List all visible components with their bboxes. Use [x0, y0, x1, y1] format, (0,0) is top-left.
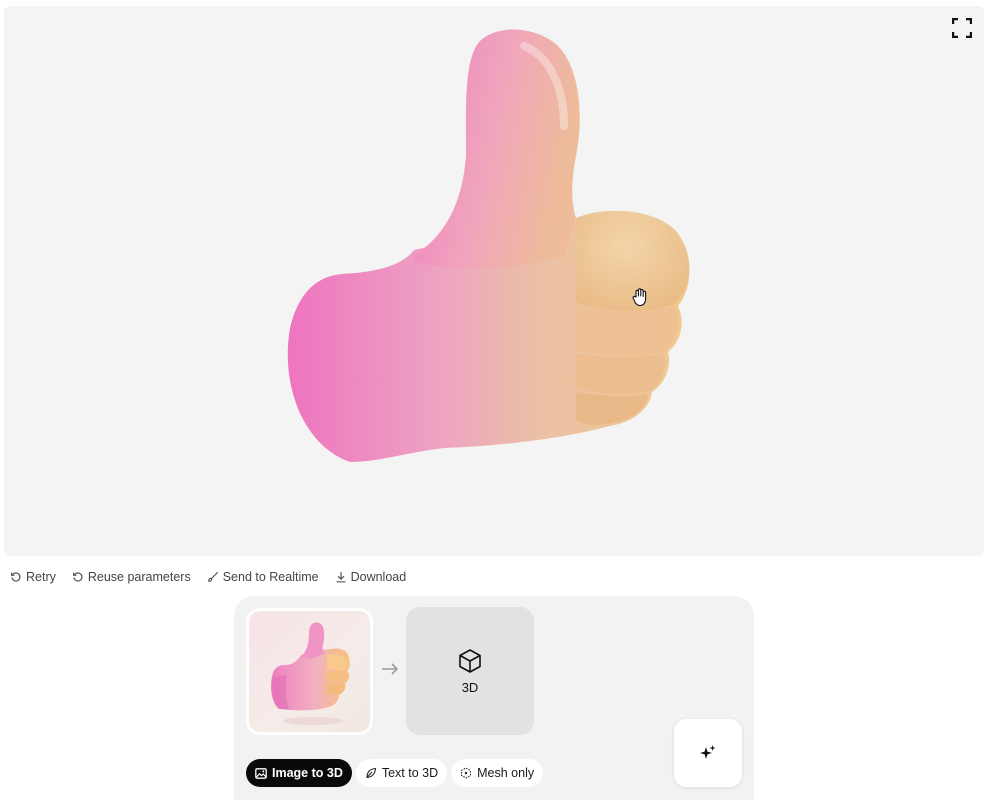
mode-image-to-3d[interactable]: Image to 3D [246, 759, 352, 787]
result-actions: Retry Reuse parameters Send to Realtime … [10, 568, 406, 586]
leaf-icon [366, 767, 376, 779]
generation-composer: 3D Image to 3D Text to 3D Mesh only [234, 596, 754, 800]
brush-icon [207, 571, 218, 582]
cube-icon [459, 648, 481, 673]
reuse-parameters-button[interactable]: Reuse parameters [72, 570, 191, 584]
image-icon [255, 767, 267, 779]
output-label: 3D [461, 679, 479, 695]
send-to-realtime-label: Send to Realtime [222, 570, 319, 584]
fullscreen-icon[interactable] [950, 16, 974, 40]
retry-button[interactable]: Retry [10, 570, 56, 584]
model-viewport[interactable] [4, 6, 984, 556]
mode-text-to-3d-label: Text to 3D [381, 766, 439, 780]
download-button[interactable]: Download [335, 570, 407, 584]
grab-hand-icon [632, 288, 647, 307]
mesh-icon [461, 767, 472, 779]
mode-mesh-only-label: Mesh only [477, 766, 535, 780]
reuse-parameters-label: Reuse parameters [87, 570, 191, 584]
thumbs-up-hand-image [271, 622, 350, 725]
retry-label: Retry [26, 570, 56, 584]
generate-button[interactable] [674, 719, 742, 787]
retry-icon [11, 572, 21, 582]
download-label: Download [350, 570, 407, 584]
mode-text-to-3d[interactable]: Text to 3D [355, 759, 448, 787]
mode-image-to-3d-label: Image to 3D [272, 766, 343, 780]
mode-selector: Image to 3D Text to 3D Mesh only [246, 759, 544, 787]
input-image-thumbnail[interactable] [246, 608, 373, 735]
reuse-icon [72, 572, 83, 582]
thumbs-up-model[interactable] [4, 6, 984, 556]
download-icon [336, 572, 346, 583]
send-to-realtime-button[interactable]: Send to Realtime [207, 570, 319, 584]
sparkles-icon [700, 745, 716, 759]
arrow-right-icon [382, 663, 399, 675]
output-3d-slot[interactable]: 3D [406, 607, 534, 735]
mode-mesh-only[interactable]: Mesh only [451, 759, 544, 787]
